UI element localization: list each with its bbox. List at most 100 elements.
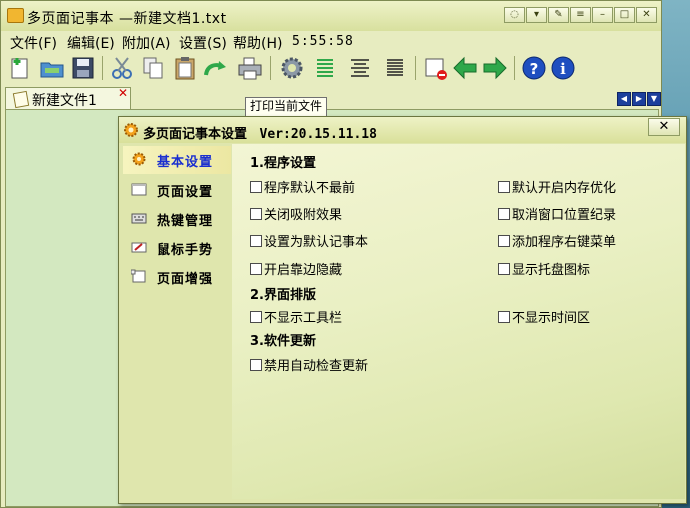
- align-right-icon[interactable]: [382, 55, 408, 81]
- save-icon[interactable]: [70, 55, 96, 81]
- tab-close-icon[interactable]: ✕: [118, 86, 128, 100]
- svg-text:?: ?: [530, 60, 539, 78]
- cut-icon[interactable]: [109, 55, 135, 81]
- title-bar[interactable]: 多页面记事本 —新建文档1.txt ◌ ▾ ✎ ≡ – □ ✕: [1, 1, 661, 31]
- dialog-close-button[interactable]: ✕: [648, 118, 680, 136]
- dialog-title: 多页面记事本设置 Ver:20.15.11.18: [143, 123, 377, 142]
- dialog-title-bar[interactable]: 多页面记事本设置 Ver:20.15.11.18 ✕: [119, 117, 686, 143]
- checkbox[interactable]: [250, 263, 262, 275]
- menu-file[interactable]: 文件(F): [10, 33, 57, 53]
- minimize-icon[interactable]: –: [592, 7, 613, 23]
- gear-icon: [124, 123, 138, 137]
- clock: 5:55:58: [292, 34, 354, 49]
- print-tooltip: 打印当前文件: [245, 97, 328, 117]
- option-tray-icon[interactable]: 显示托盘图标: [498, 259, 590, 278]
- app-icon: [7, 8, 24, 23]
- option-label: 禁用自动检查更新: [264, 359, 369, 374]
- sidebar-item-label: 基本设置: [157, 155, 214, 170]
- option-label: 开启靠边隐藏: [264, 263, 343, 278]
- align-left-icon[interactable]: [312, 55, 338, 81]
- checkbox[interactable]: [498, 235, 510, 247]
- checkbox[interactable]: [498, 181, 510, 193]
- align-center-icon[interactable]: [347, 55, 373, 81]
- toolbar-separator: [102, 56, 103, 80]
- tab-next-icon[interactable]: ▶: [632, 92, 646, 106]
- menu-extra[interactable]: 附加(A): [122, 33, 171, 53]
- section-title-layout: 2.界面排版: [250, 288, 316, 303]
- option-memory-optimize[interactable]: 默认开启内存优化: [498, 177, 616, 196]
- sidebar-item-hotkeys[interactable]: 热键管理: [123, 205, 231, 233]
- option-hide-time[interactable]: 不显示时间区: [498, 307, 590, 326]
- page-icon: [131, 183, 147, 196]
- sidebar-item-page-enhance[interactable]: 页面增强: [123, 263, 231, 291]
- section-title-program: 1.程序设置: [250, 156, 316, 171]
- document-icon: [12, 90, 30, 109]
- option-label: 关闭吸附效果: [264, 208, 343, 223]
- shirt-icon[interactable]: ▾: [526, 7, 547, 23]
- back-icon[interactable]: [452, 55, 478, 81]
- copy-icon[interactable]: [140, 55, 166, 81]
- maximize-icon[interactable]: □: [614, 7, 635, 23]
- option-disable-snap[interactable]: 关闭吸附效果: [250, 204, 342, 223]
- checkbox[interactable]: [250, 181, 262, 193]
- option-label: 不显示工具栏: [264, 311, 343, 326]
- menu-edit[interactable]: 编辑(E): [67, 33, 115, 53]
- paste-icon[interactable]: [172, 55, 198, 81]
- help-icon[interactable]: ?: [521, 55, 547, 81]
- menu-settings[interactable]: 设置(S): [179, 33, 227, 53]
- new-icon[interactable]: [7, 55, 33, 81]
- sidebar-item-mouse-gesture[interactable]: 鼠标手势: [123, 234, 231, 262]
- tab-strip: 新建文件1 ✕ ◀ ▶ ▼: [1, 86, 661, 109]
- page-enhance-icon: [131, 269, 146, 283]
- sidebar-item-label: 页面增强: [157, 272, 214, 287]
- keyboard-icon: [131, 213, 147, 224]
- checkbox[interactable]: [250, 359, 262, 371]
- settings-dialog: 多页面记事本设置 Ver:20.15.11.18 ✕ 基本设置 页面设置 热键管…: [118, 116, 687, 504]
- option-hide-toolbar[interactable]: 不显示工具栏: [250, 307, 342, 326]
- print-icon[interactable]: [237, 55, 263, 81]
- info-icon[interactable]: i: [550, 55, 576, 81]
- clear-icon[interactable]: [423, 55, 449, 81]
- dialog-version: Ver:20.15.11.18: [259, 127, 377, 142]
- checkbox[interactable]: [498, 311, 510, 323]
- window-title: 多页面记事本 —新建文档1.txt: [27, 11, 227, 27]
- option-context-menu[interactable]: 添加程序右键菜单: [498, 231, 616, 250]
- settings-icon[interactable]: [279, 55, 305, 81]
- sidebar-item-page[interactable]: 页面设置: [123, 176, 231, 204]
- pin-icon[interactable]: ✎: [548, 7, 569, 23]
- option-not-topmost[interactable]: 程序默认不最前: [250, 177, 355, 196]
- window-controls: ◌ ▾ ✎ ≡ – □ ✕: [504, 7, 657, 23]
- option-label: 默认开启内存优化: [512, 181, 617, 196]
- redo-icon[interactable]: [203, 55, 229, 81]
- tab-nav: ◀ ▶ ▼: [617, 92, 661, 106]
- checkbox[interactable]: [250, 208, 262, 220]
- chat-icon[interactable]: ◌: [504, 7, 525, 23]
- sidebar-item-label: 鼠标手势: [157, 243, 214, 258]
- toolbar-separator: [415, 56, 416, 80]
- open-icon[interactable]: [39, 55, 65, 81]
- settings-sidebar: 基本设置 页面设置 热键管理 鼠标手势 页面增强: [123, 144, 231, 498]
- forward-icon[interactable]: [482, 55, 508, 81]
- option-label: 程序默认不最前: [264, 181, 356, 196]
- option-default-notepad[interactable]: 设置为默认记事本: [250, 231, 368, 250]
- option-label: 显示托盘图标: [512, 263, 591, 278]
- option-label: 设置为默认记事本: [264, 235, 369, 250]
- checkbox[interactable]: [250, 235, 262, 247]
- menu-help[interactable]: 帮助(H): [233, 33, 282, 53]
- section-title-update: 3.软件更新: [250, 334, 316, 349]
- toolbar-separator: [270, 56, 271, 80]
- menu-icon[interactable]: ≡: [570, 7, 591, 23]
- checkbox[interactable]: [498, 263, 510, 275]
- option-no-position-record[interactable]: 取消窗口位置纪录: [498, 204, 616, 223]
- close-icon[interactable]: ✕: [636, 7, 657, 23]
- option-edge-hide[interactable]: 开启靠边隐藏: [250, 259, 342, 278]
- toolbar: ? i: [1, 51, 661, 87]
- option-disable-update[interactable]: 禁用自动检查更新: [250, 355, 368, 374]
- checkbox[interactable]: [250, 311, 262, 323]
- tab-prev-icon[interactable]: ◀: [617, 92, 631, 106]
- tab-document[interactable]: 新建文件1 ✕: [5, 86, 131, 109]
- tab-list-icon[interactable]: ▼: [647, 92, 661, 106]
- checkbox[interactable]: [498, 208, 510, 220]
- sidebar-item-basic[interactable]: 基本设置: [123, 146, 231, 174]
- svg-text:i: i: [560, 60, 566, 78]
